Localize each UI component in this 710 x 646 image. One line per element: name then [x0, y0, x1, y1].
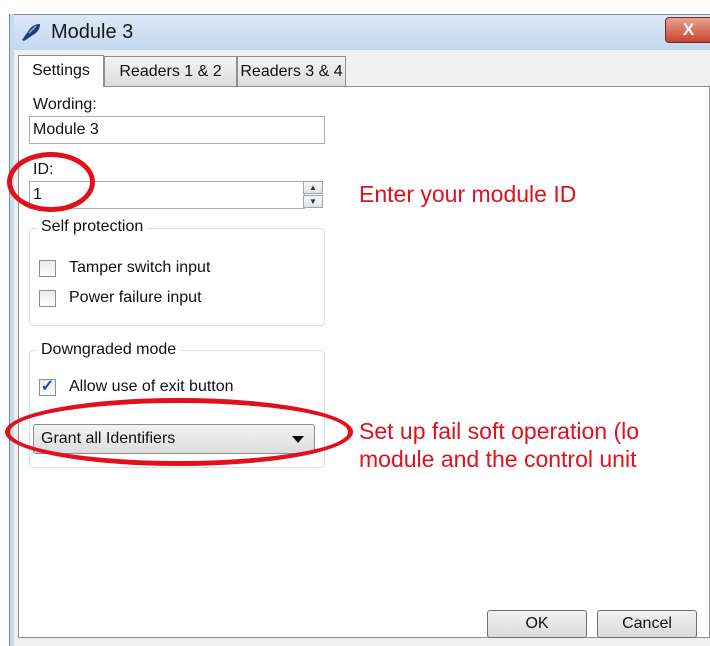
window-title: Module 3 — [51, 21, 134, 43]
exit-button-label: Allow use of exit button — [69, 378, 234, 395]
downgraded-mode-title: Downgraded mode — [37, 341, 181, 359]
tab-settings[interactable]: Settings — [18, 55, 104, 87]
close-button[interactable]: X — [665, 17, 710, 43]
tab-readers-1-2[interactable]: Readers 1 & 2 — [104, 56, 237, 86]
wording-input[interactable]: Module 3 — [29, 116, 325, 144]
id-highlight-ellipse — [7, 152, 95, 212]
tamper-label: Tamper switch input — [69, 259, 211, 276]
window-left-border — [9, 14, 14, 646]
id-spinner[interactable]: ▲ ▼ — [303, 181, 325, 209]
cancel-button[interactable]: Cancel — [597, 610, 697, 638]
tamper-checkbox[interactable] — [39, 260, 56, 277]
wording-label: Wording: — [33, 96, 97, 113]
power-failure-label: Power failure input — [69, 289, 202, 306]
checkmark-icon: ✓ — [40, 378, 55, 395]
module-dialog: Module 3 X Settings Readers 1 & 2 Reader… — [0, 0, 710, 646]
id-annotation: Enter your module ID — [359, 181, 577, 207]
tab-readers-3-4[interactable]: Readers 3 & 4 — [237, 56, 346, 86]
self-protection-group — [29, 228, 325, 326]
power-failure-checkbox[interactable] — [39, 290, 56, 307]
spin-down-icon[interactable]: ▼ — [303, 195, 323, 208]
exit-button-checkbox[interactable]: ✓ — [39, 379, 56, 396]
close-icon: X — [682, 20, 695, 39]
fail-soft-annotation-line1: Set up fail soft operation (lo — [359, 418, 639, 444]
self-protection-title: Self protection — [37, 218, 148, 236]
fail-soft-annotation-line2: module and the control unit — [359, 446, 637, 472]
spin-up-icon[interactable]: ▲ — [303, 181, 323, 194]
app-icon — [22, 24, 40, 41]
ok-button[interactable]: OK — [487, 610, 587, 638]
mode-highlight-ellipse — [5, 398, 353, 466]
